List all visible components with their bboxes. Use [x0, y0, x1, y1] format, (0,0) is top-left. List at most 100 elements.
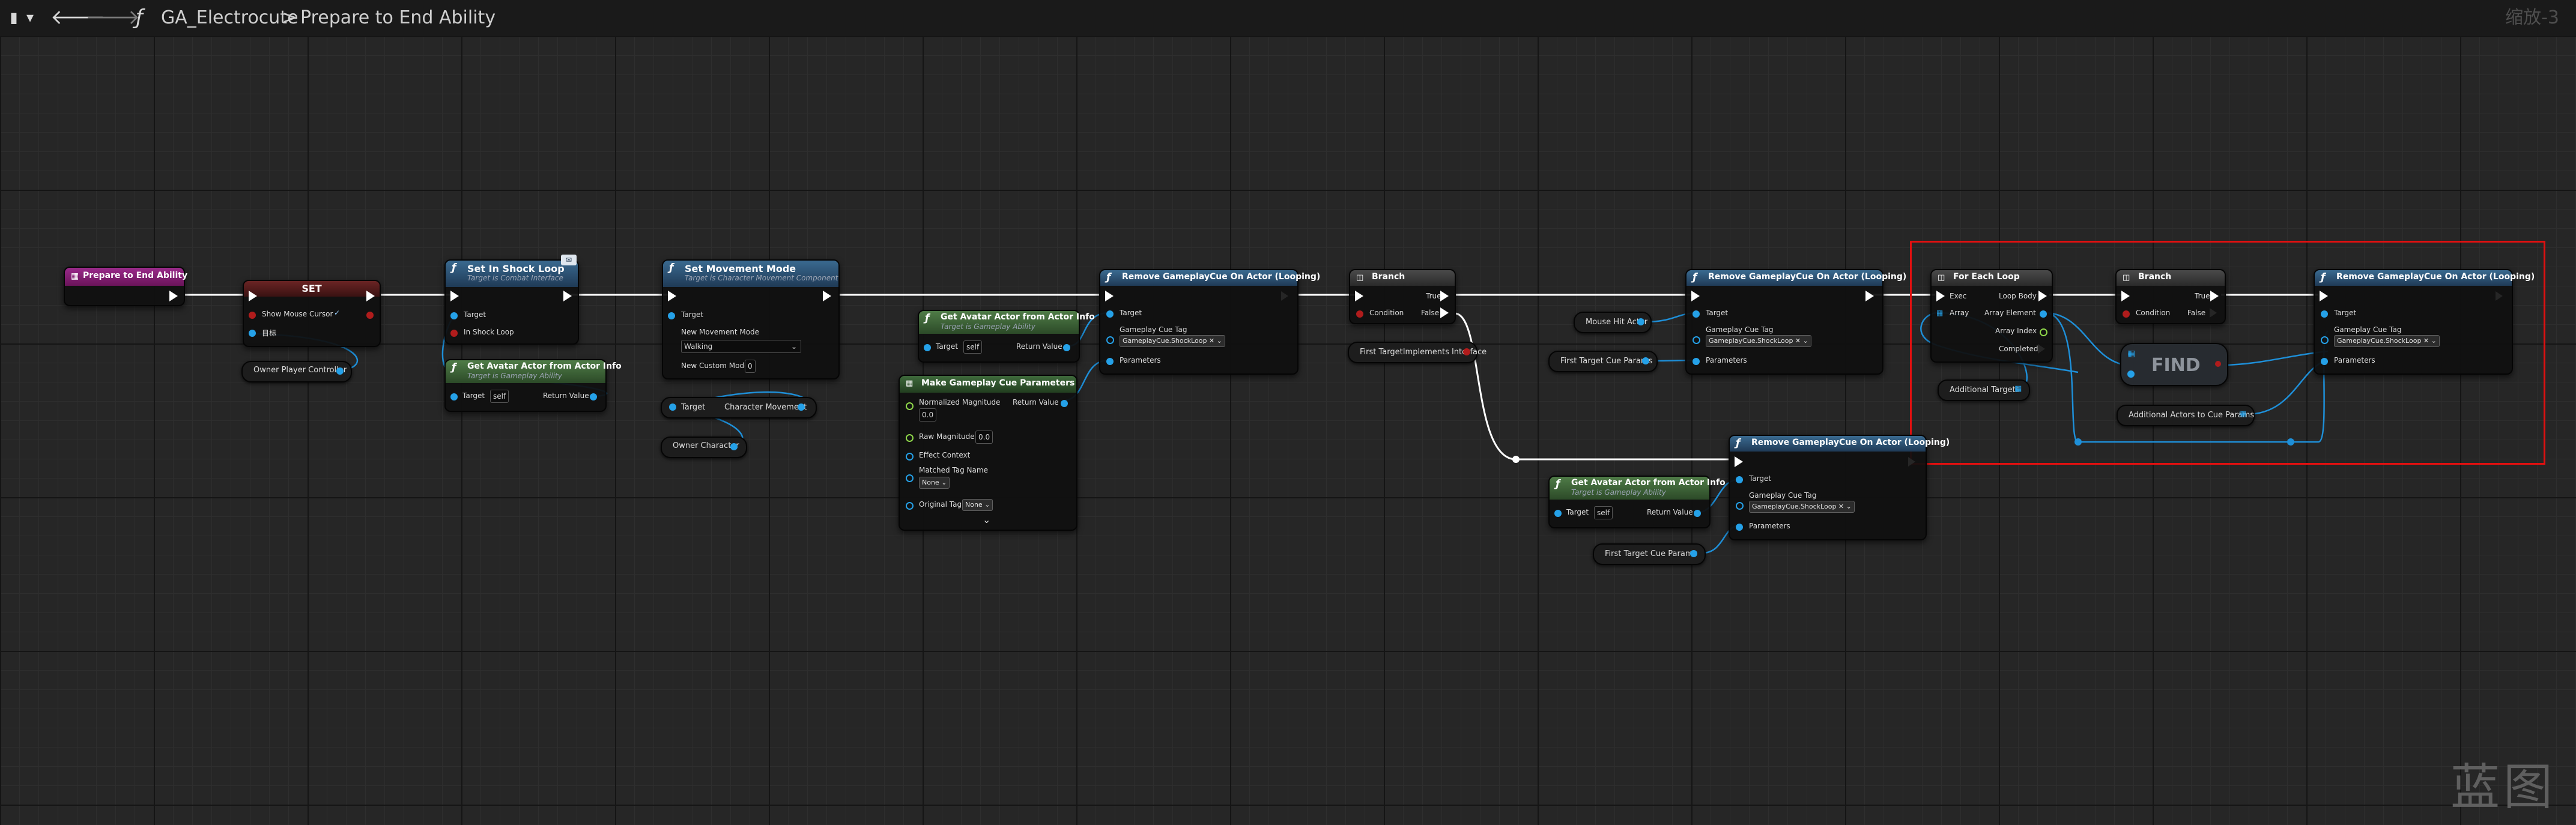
exec-out-pin[interactable]: [1865, 291, 1874, 301]
self-field[interactable]: self: [963, 340, 983, 354]
params-input-pin[interactable]: [1736, 524, 1743, 531]
exec-in-pin[interactable]: [1936, 291, 1945, 301]
gameplay-cue-tag-select[interactable]: GameplayCue.ShockLoop ✕ ⌄: [1120, 335, 1225, 347]
exec-true-pin[interactable]: [2210, 291, 2219, 301]
struct-input-pin[interactable]: [906, 474, 914, 482]
exec-out-pin[interactable]: [823, 291, 831, 301]
bool-output-pin[interactable]: [2215, 361, 2221, 367]
output-pin[interactable]: [1637, 318, 1644, 325]
make-gameplay-cue-parameters-node[interactable]: ▦ Make Gameplay Cue Parameters Normalize…: [899, 375, 1077, 531]
exec-in-pin[interactable]: [1355, 291, 1363, 301]
params-input-pin[interactable]: [2321, 358, 2328, 365]
exec-out-pin[interactable]: [2496, 291, 2505, 301]
exec-loop-body-pin[interactable]: [2038, 291, 2047, 301]
target-input-pin[interactable]: [249, 330, 256, 337]
exec-false-pin[interactable]: [2210, 307, 2219, 318]
item-input-pin[interactable]: [2127, 370, 2135, 378]
raw-magnitude-input[interactable]: 0.0: [975, 431, 993, 444]
get-avatar-actor-node[interactable]: ƒ Get Avatar Actor from Actor Info Targe…: [1548, 476, 1726, 528]
remove-gameplaycue-node[interactable]: ƒ Remove GameplayCue On Actor (Looping) …: [2314, 269, 2535, 375]
var-first-target-implements-interface[interactable]: First TargetImplements Interface: [1348, 342, 1487, 363]
expand-arrow-icon[interactable]: ⌄: [983, 514, 990, 525]
exec-in-pin[interactable]: [2121, 291, 2130, 301]
self-field[interactable]: self: [490, 390, 509, 403]
set-movement-mode-node[interactable]: ƒ Set Movement Mode Target is Character …: [662, 259, 840, 379]
target-input-pin[interactable]: [1736, 476, 1743, 483]
exec-completed-pin[interactable]: [2038, 343, 2047, 354]
exec-in-pin[interactable]: [249, 291, 257, 301]
array-pin-icon[interactable]: ▦: [2014, 384, 2022, 393]
array-pin-icon[interactable]: ▦: [1936, 309, 1943, 317]
original-tag-select[interactable]: None ⌄: [962, 499, 993, 511]
find-node[interactable]: ▦ FIND: [2120, 343, 2228, 386]
gameplay-cue-tag-select[interactable]: GameplayCue.ShockLoop ✕ ⌄: [2334, 335, 2440, 347]
bool-output-pin[interactable]: [366, 312, 374, 319]
bool-output-pin[interactable]: [1463, 348, 1470, 355]
movement-mode-select[interactable]: Walking ⌄: [681, 340, 801, 353]
event-prepare-to-end-ability[interactable]: ▦ Prepare to End Ability: [64, 267, 187, 306]
branch-node[interactable]: ◫ Branch True Condition False: [2115, 269, 2226, 324]
array-pin-icon[interactable]: ▦: [2127, 349, 2135, 358]
bool-input-pin[interactable]: [450, 330, 458, 337]
target-input-pin[interactable]: [1106, 310, 1114, 318]
set-in-shock-loop-node[interactable]: ƒ Set In Shock Loop Target is Combat Int…: [444, 255, 579, 345]
target-input-pin[interactable]: [450, 312, 458, 319]
var-owner-character[interactable]: Owner Character: [661, 437, 747, 458]
map-pin-icon[interactable]: ▦: [2239, 409, 2246, 419]
exec-in-pin[interactable]: [1735, 456, 1743, 467]
condition-pin[interactable]: [2123, 310, 2130, 318]
var-owner-player-controller[interactable]: Owner Player Controller: [241, 361, 352, 382]
gameplay-cue-tag-select[interactable]: GameplayCue.ShockLoop ✕ ⌄: [1749, 501, 1855, 513]
remove-gameplaycue-node[interactable]: ƒ Remove GameplayCue On Actor (Looping) …: [1685, 269, 1906, 375]
target-input-pin[interactable]: [1554, 510, 1562, 517]
var-first-target-cue-params[interactable]: First Target Cue Params: [1548, 351, 1658, 372]
var-character-movement[interactable]: Target Character Movement: [661, 397, 817, 419]
var-first-target-cue-params[interactable]: First Target Cue Params: [1593, 543, 1706, 565]
exec-out-pin[interactable]: [366, 291, 375, 301]
struct-input-pin[interactable]: [906, 502, 914, 510]
output-pin[interactable]: [798, 403, 805, 411]
exec-in-pin[interactable]: [1105, 291, 1114, 301]
output-pin[interactable]: [336, 367, 344, 375]
var-additional-actors-to-cue-params[interactable]: Additional Actors to Cue Params ▦: [2117, 405, 2255, 426]
exec-in-pin[interactable]: [450, 291, 459, 301]
var-additional-targets[interactable]: Additional Targets ▦: [1938, 379, 2030, 401]
remove-gameplaycue-node[interactable]: ƒ Remove GameplayCue On Actor (Looping) …: [1729, 435, 1950, 540]
params-input-pin[interactable]: [1693, 358, 1700, 365]
struct-input-pin[interactable]: [1693, 336, 1700, 344]
output-pin[interactable]: [1642, 357, 1649, 364]
exec-out-pin[interactable]: [169, 291, 178, 301]
return-value-pin[interactable]: [1061, 400, 1068, 407]
array-element-pin[interactable]: [2040, 310, 2047, 318]
float-input-pin[interactable]: [906, 402, 914, 410]
struct-input-pin[interactable]: [2321, 336, 2329, 344]
exec-true-pin[interactable]: [1440, 291, 1449, 301]
struct-input-pin[interactable]: [1106, 336, 1114, 344]
for-each-loop-node[interactable]: ◫ For Each Loop Exec Loop Body ▦ Array A…: [1930, 269, 2053, 363]
self-field[interactable]: self: [1594, 506, 1613, 519]
return-value-pin[interactable]: [1694, 510, 1701, 517]
target-input-pin[interactable]: [1693, 310, 1700, 318]
branch-node[interactable]: ◫ Branch True Condition False: [1349, 269, 1456, 324]
target-input-pin[interactable]: [668, 312, 675, 319]
float-input-pin[interactable]: [906, 434, 914, 442]
get-avatar-actor-node[interactable]: ƒ Get Avatar Actor from Actor Info Targe…: [444, 359, 622, 412]
target-input-pin[interactable]: [669, 403, 676, 411]
matched-tag-select[interactable]: None ⌄: [919, 477, 950, 489]
condition-pin[interactable]: [1356, 310, 1363, 318]
return-value-pin[interactable]: [1063, 344, 1070, 351]
struct-input-pin[interactable]: [906, 453, 914, 461]
return-value-pin[interactable]: [590, 393, 597, 400]
normalized-magnitude-input[interactable]: 0.0: [919, 408, 937, 422]
remove-gameplaycue-node[interactable]: ƒ Remove GameplayCue On Actor (Looping) …: [1099, 269, 1320, 375]
params-input-pin[interactable]: [1106, 358, 1114, 365]
output-pin[interactable]: [730, 443, 738, 450]
var-mouse-hit-actor[interactable]: Mouse Hit Actor: [1574, 312, 1652, 333]
exec-false-pin[interactable]: [1440, 307, 1449, 318]
output-pin[interactable]: [1690, 550, 1697, 557]
bool-input-pin[interactable]: [249, 312, 256, 319]
target-input-pin[interactable]: [2321, 310, 2328, 318]
struct-input-pin[interactable]: [1736, 502, 1744, 510]
exec-out-pin[interactable]: [563, 291, 572, 301]
exec-in-pin[interactable]: [2320, 291, 2328, 301]
